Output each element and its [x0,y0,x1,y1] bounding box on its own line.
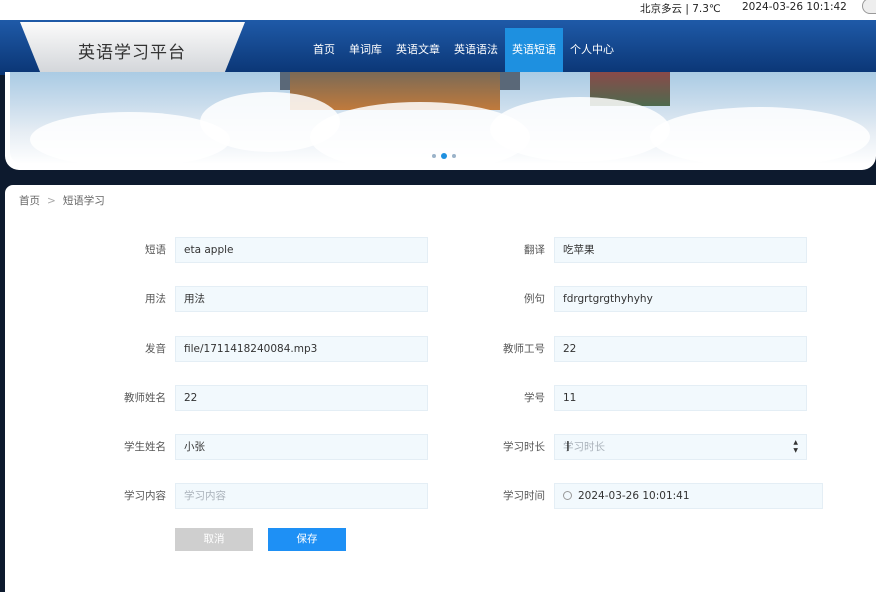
teacher-id-input[interactable]: 22 [554,336,807,362]
nav-item-profile[interactable]: 个人中心 [563,28,621,72]
carousel-dot-active[interactable] [441,153,447,159]
student-id-label: 学号 [524,392,545,404]
site-title: 英语学习平台 [78,43,186,63]
nav-item-vocabulary[interactable]: 单词库 [342,28,389,72]
banner-cloud [490,97,670,162]
nav-item-home[interactable]: 首页 [306,28,342,72]
clock-icon [563,491,572,500]
banner-cloud [30,112,230,164]
study-duration-input[interactable]: 学习时长 ▲ ▼ [554,434,807,460]
student-id-input[interactable]: 11 [554,385,807,411]
weather-text: 北京多云 | 7.3℃ [640,3,721,15]
student-name-input[interactable]: 小张 [175,434,428,460]
usage-label: 用法 [145,293,166,305]
study-content-input[interactable]: 学习内容 [175,483,428,509]
phrase-input[interactable]: eta apple [175,237,428,263]
translation-label: 翻译 [524,244,545,256]
carousel-dot[interactable] [432,154,436,158]
nav-item-grammar[interactable]: 英语语法 [447,28,505,72]
nav-item-phrases[interactable]: 英语短语 [505,28,563,72]
nav-item-articles[interactable]: 英语文章 [389,28,447,72]
phrase-label: 短语 [145,244,166,256]
teacher-name-label: 教师姓名 [124,392,166,404]
banner-image [10,72,876,164]
datetime-text: 2024-03-26 10:1:42 [742,1,847,13]
save-button[interactable]: 保存 [268,528,346,551]
main-nav: 首页 单词库 英语文章 英语语法 英语短语 个人中心 [306,28,621,72]
breadcrumb-separator: > [47,195,56,207]
carousel-dots [432,153,456,159]
breadcrumb-home[interactable]: 首页 [19,195,40,207]
student-name-label: 学生姓名 [124,441,166,453]
study-time-label: 学习时间 [503,490,545,502]
breadcrumb-current: 短语学习 [62,195,105,207]
audio-label: 发音 [145,343,166,355]
spinner-arrows-icon[interactable]: ▲ ▼ [793,439,798,455]
study-time-input[interactable]: 2024-03-26 10:01:41 [554,483,823,509]
teacher-id-label: 教师工号 [503,343,545,355]
banner-cloud [650,107,870,164]
study-time-value: 2024-03-26 10:01:41 [578,490,690,502]
usage-input[interactable]: 用法 [175,286,428,312]
carousel-dot[interactable] [452,154,456,158]
example-input[interactable]: fdrgrtgrgthyhyhy [554,286,807,312]
teacher-name-input[interactable]: 22 [175,385,428,411]
audio-input[interactable]: file/1711418240084.mp3 [175,336,428,362]
text-cursor-icon: I [566,440,570,455]
translation-input[interactable]: 吃苹果 [554,237,807,263]
breadcrumb: 首页 > 短语学习 [19,193,105,208]
cancel-button[interactable]: 取消 [175,528,253,551]
study-duration-label: 学习时长 [503,441,545,453]
study-content-label: 学习内容 [124,490,166,502]
toggle-switch[interactable] [862,0,876,14]
example-label: 例句 [524,293,545,305]
